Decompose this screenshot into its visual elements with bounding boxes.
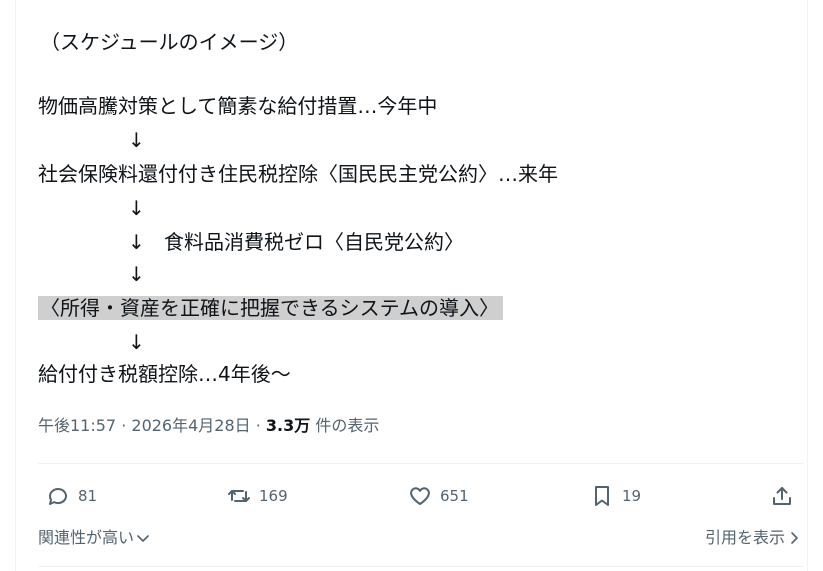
like-count: 651 — [440, 487, 469, 505]
reply-icon — [49, 488, 67, 505]
heart-icon — [410, 487, 430, 505]
arrow-2: ↓ — [128, 196, 145, 220]
schedule-heading: （スケジュールのイメージ） — [40, 30, 299, 54]
post-date[interactable]: 2026年4月28日 — [131, 416, 250, 435]
view-quotes-label: 引用を表示 — [704, 528, 785, 547]
post-line-3: 食料品消費税ゼロ〈自民党公約〉 — [164, 230, 464, 254]
view-quotes-link[interactable]: 引用を表示 — [705, 526, 801, 550]
post-meta: 午後11:57 · 2026年4月28日 · 3.3万 件の表示 — [38, 414, 379, 438]
meta-separator: · — [116, 416, 132, 435]
meta-separator: · — [250, 416, 266, 435]
bookmark-icon — [595, 486, 609, 506]
reply-count: 81 — [78, 487, 98, 505]
repost-count: 169 — [259, 487, 288, 505]
post-line-2: 社会保険料還付付き住民税控除〈国民民主党公約〉…来年 — [38, 162, 558, 186]
sort-label: 関連性が高い — [38, 528, 135, 547]
post-line-5: 給付付き税額控除…4年後〜 — [38, 362, 291, 386]
bookmark-count: 19 — [622, 487, 642, 505]
post-time[interactable]: 午後11:57 — [38, 416, 116, 435]
post-line-4-highlighted: 〈所得・資産を正確に把握できるシステムの導入〉 — [38, 294, 503, 322]
repost-icon — [228, 490, 250, 502]
arrow-3: ↓ — [128, 230, 145, 254]
like-button[interactable]: 651 — [408, 482, 469, 510]
share-button[interactable] — [770, 482, 802, 510]
divider-bottom — [38, 566, 804, 567]
divider-top — [38, 463, 804, 464]
arrow-1: ↓ — [128, 128, 145, 152]
reply-button[interactable]: 81 — [46, 482, 97, 510]
views-label: 件の表示 — [310, 416, 380, 435]
chevron-down-icon — [137, 535, 149, 542]
highlighted-text: 〈所得・資産を正確に把握できるシステムの導入〉 — [38, 296, 503, 320]
arrow-4: ↓ — [128, 262, 145, 286]
chevron-right-icon — [791, 532, 798, 544]
repost-button[interactable]: 169 — [227, 482, 288, 510]
bookmark-button[interactable]: 19 — [590, 482, 641, 510]
post-line-1: 物価高騰対策として簡素な給付措置…今年中 — [38, 94, 438, 118]
sort-dropdown[interactable]: 関連性が高い — [38, 526, 150, 550]
share-icon — [773, 487, 791, 505]
arrow-5: ↓ — [128, 330, 145, 354]
views-count: 3.3万 — [265, 416, 311, 435]
